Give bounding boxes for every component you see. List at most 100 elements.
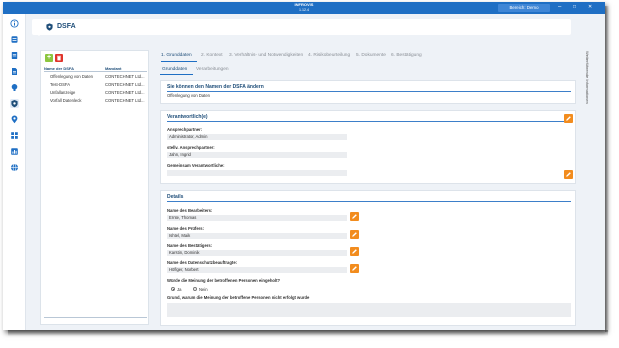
list-item-name: Vorfall Datenleck [50,98,82,103]
globe-icon[interactable] [10,163,19,172]
pencil-icon [566,172,571,177]
editor-field[interactable]: Ernte, Thomas [167,215,347,221]
info-panel-label[interactable]: Weiterführende Informationen [585,51,590,104]
lightbulb-icon[interactable] [10,83,19,92]
opinion-question: Würde die Meinung der betroffenen Person… [167,278,281,283]
pencil-icon [566,116,571,121]
minimize-button[interactable]: – [558,3,561,12]
close-button[interactable]: ✕ [588,3,592,12]
add-button[interactable]: + [45,54,53,62]
edit-reviewer-button[interactable] [350,230,359,239]
page-header: DSFA [32,19,571,35]
tab-bestaetigung[interactable]: 6. Bestätigung [391,52,422,60]
opinion-no-label: Nein [199,286,208,292]
pencil-icon [352,266,357,271]
list-item-name: Unfallanzeige [50,90,76,95]
list-item-mandant: CONTECHNET Ltd... [105,90,145,95]
grid-icon[interactable] [10,131,19,140]
dsfa-name-card: Sie können den Namen der DSFA ändern Off… [160,80,576,104]
reviewer-field[interactable]: Ishtel, Maik [167,233,347,239]
dsfa-list-panel: + Name der DSFA Mandant Offenlegung von … [40,50,149,325]
dpo-field[interactable]: Höflger, Norbert [167,267,347,273]
details-card-title: Details [167,194,184,200]
chart-icon[interactable] [10,147,19,156]
info-icon[interactable] [10,19,19,28]
maximize-button[interactable]: □ [573,3,576,12]
window-shadow [605,6,609,332]
location-icon[interactable] [10,115,19,124]
shield-icon [46,23,53,31]
delete-button[interactable] [55,54,63,62]
active-step-indicator [161,61,197,62]
list-item[interactable]: Unfallanzeige CONTECHNET Ltd... [44,89,147,96]
contact-field[interactable]: Administrator, Admin [167,134,347,140]
tab-grunddaten[interactable]: 1. Grunddaten [161,52,192,60]
card-divider [167,121,571,122]
list-item[interactable]: Offenlegung von Daten CONTECHNET Ltd... [44,73,147,80]
tab-risikobeurteilung[interactable]: 4. Risikobeurteilung [308,52,350,60]
subtab-verarbeitungen[interactable]: Verarbeitungen [196,66,229,74]
list-item-name: Offenlegung von Daten [50,74,93,79]
file-icon[interactable] [10,67,19,76]
active-subtab-indicator [160,74,193,75]
reviewer-label: Name des Prüfers: [167,226,205,231]
window-shadow [8,330,608,336]
deputy-field[interactable]: Jahn, Ingrid [167,152,347,158]
deputy-label: stellv. Ansprechpartner: [167,145,215,150]
name-card-title: Sie können den Namen der DSFA ändern [167,84,264,90]
trash-icon [57,55,61,61]
pencil-icon [352,249,357,254]
contact-label: Ansprechpartner: [167,127,203,132]
title-bar: INFROVIS 1.12.4 Bereich: Demo – □ ✕ [3,2,605,14]
list-item[interactable]: Vorfall Datenleck CONTECHNET Ltd... [44,97,147,104]
pencil-icon [352,214,357,219]
nav-rail [3,14,26,330]
list-item[interactable]: Test-DSFA CONTECHNET Ltd... [44,81,147,88]
shield-icon[interactable] [10,99,19,108]
page-title: DSFA [57,23,76,30]
opinion-yes-radio[interactable] [171,287,175,291]
edit-dpo-button[interactable] [350,264,359,273]
reason-textarea[interactable] [167,303,571,317]
edit-joint-button[interactable] [564,170,573,179]
header-pointer [35,32,43,36]
dpo-label: Name des Datenschutzbeauftragte: [167,260,238,265]
list-divider [44,317,147,318]
tab-dokumente[interactable]: 5. Dokumente [356,52,386,60]
list-item-mandant: CONTECHNET Ltd... [105,82,145,87]
editor-label: Name des Bearbeiters: [167,208,213,213]
info-side-panel[interactable]: Weiterführende Informationen [582,47,596,330]
list-header: Name der DSFA Mandant [44,66,147,72]
edit-responsible-button[interactable] [564,114,573,123]
list-item-mandant: CONTECHNET Ltd... [105,98,145,103]
opinion-no-radio[interactable] [193,287,197,291]
app-window: INFROVIS 1.12.4 Bereich: Demo – □ ✕ DSFA… [3,2,605,330]
opinion-yes-label: Ja [177,286,182,292]
approver-label: Name des Bestätigers: [167,243,213,248]
area-button[interactable]: Bereich: Demo [498,4,550,12]
subtab-grunddaten[interactable]: Grunddaten [162,66,187,74]
joint-label: Gemeinsam Verantwortliche: [167,163,225,168]
document-icon[interactable] [10,51,19,60]
tab-verhaeltnis[interactable]: 3. Verhältnis- und Notwendigkeiten [229,52,303,60]
dsfa-name-input[interactable]: Offenlegung von Daten [167,93,210,99]
responsible-card: Verantwortlich(e) Ansprechpartner: Admin… [160,110,576,184]
joint-field[interactable] [167,170,347,176]
card-divider [167,91,571,92]
list-item-mandant: CONTECHNET Ltd... [105,74,145,79]
approver-field[interactable]: Karstin, Dominik [167,250,347,256]
sub-tabs: Grunddaten Verarbeitungen [160,66,571,75]
card-divider [167,201,571,202]
edit-editor-button[interactable] [350,212,359,221]
pencil-icon [352,232,357,237]
edit-approver-button[interactable] [350,247,359,256]
reason-label: Grund, warum die Meinung der betroffene … [167,295,310,300]
column-header-mandant[interactable]: Mandant [105,66,121,72]
column-header-name[interactable]: Name der DSFA [44,66,74,72]
tab-kontext[interactable]: 2. Kontext [201,52,223,60]
details-card: Details Name des Bearbeiters: Ernte, Tho… [160,190,576,326]
database-icon[interactable] [10,35,19,44]
step-tabs: 1. Grunddaten 2. Kontext 3. Verhältnis- … [161,52,571,60]
list-item-name: Test-DSFA [50,82,71,87]
responsible-card-title: Verantwortlich(e) [167,114,208,120]
